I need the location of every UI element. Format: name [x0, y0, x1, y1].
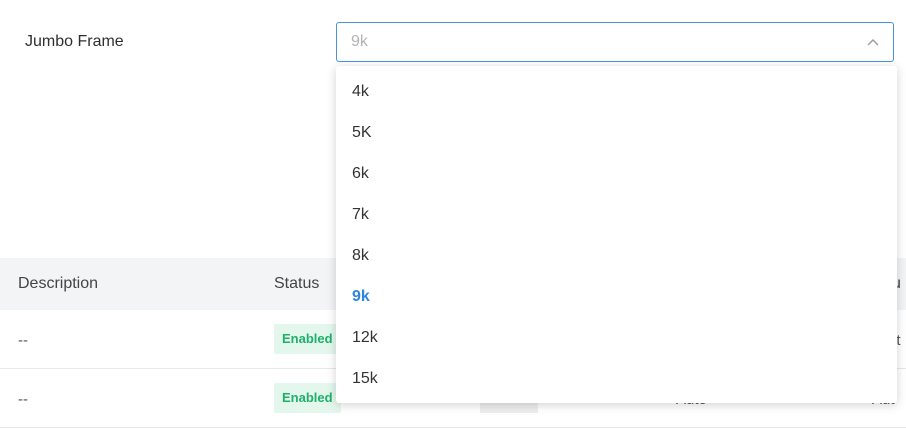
status-badge: Enabled [274, 324, 341, 354]
option-15k[interactable]: 15k [336, 359, 897, 400]
jumbo-frame-options: 4k 5K 6k 7k 8k 9k 12k 15k [336, 66, 897, 403]
option-7k[interactable]: 7k [336, 195, 897, 236]
description-cell: -- [18, 332, 28, 349]
status-badge: Enabled [274, 383, 341, 413]
select-value: 9k [351, 33, 368, 50]
header-status: Status [274, 275, 320, 292]
jumbo-frame-label: Jumbo Frame [25, 33, 124, 50]
option-6k[interactable]: 6k [336, 154, 897, 195]
option-8k[interactable]: 8k [336, 236, 897, 277]
option-9k[interactable]: 9k [336, 277, 897, 318]
description-cell: -- [18, 391, 28, 408]
option-12k[interactable]: 12k [336, 318, 897, 359]
jumbo-frame-select[interactable]: 9k [336, 22, 894, 62]
header-description: Description [18, 275, 99, 292]
option-5k[interactable]: 5K [336, 113, 897, 154]
option-4k[interactable]: 4k [336, 72, 897, 113]
chevron-up-icon [867, 39, 879, 46]
